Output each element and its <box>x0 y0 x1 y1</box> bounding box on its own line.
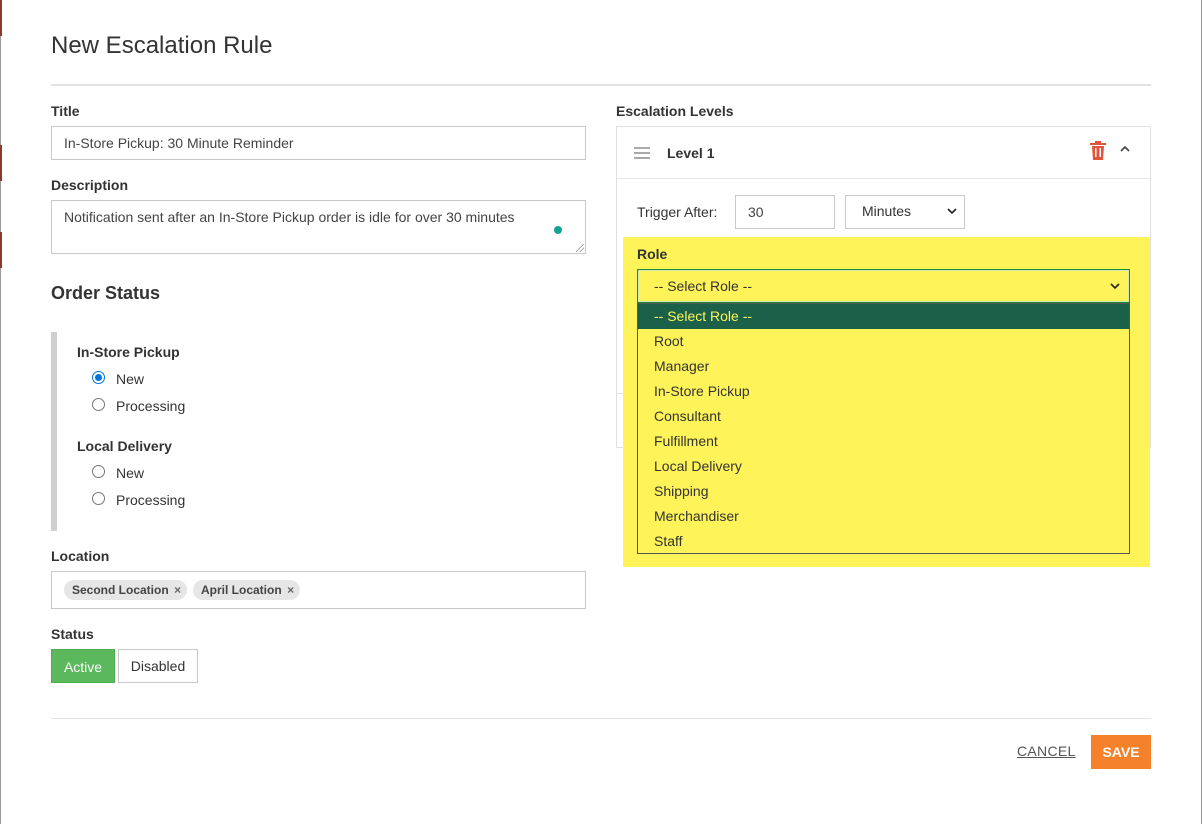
window-edge-left <box>0 0 1 824</box>
resize-handle-icon[interactable] <box>576 244 584 252</box>
location-tag: April Location × <box>193 580 300 600</box>
level-title: Level 1 <box>667 145 715 161</box>
role-option[interactable]: Merchandiser <box>638 504 1129 529</box>
chevron-down-icon <box>1110 283 1120 290</box>
description-label: Description <box>51 177 129 193</box>
radio-label: New <box>116 371 145 387</box>
chevron-down-icon <box>947 208 957 215</box>
radio-label: Processing <box>116 492 186 508</box>
status-label: Status <box>51 626 94 642</box>
tag-label: April Location <box>201 583 282 597</box>
role-option[interactable]: Local Delivery <box>638 454 1129 479</box>
description-text: Notification sent after an In-Store Pick… <box>64 209 515 225</box>
role-option[interactable]: In-Store Pickup <box>638 379 1129 404</box>
save-button[interactable]: SAVE <box>1091 735 1151 769</box>
order-status-accent-bar <box>51 332 57 531</box>
radio-in-store-pickup-processing[interactable] <box>92 398 105 411</box>
location-multiselect[interactable]: Second Location × April Location × <box>51 571 586 609</box>
radio-label: New <box>116 465 145 481</box>
role-option[interactable]: Manager <box>638 354 1129 379</box>
location-tag: Second Location × <box>64 580 187 600</box>
modal-title: New Escalation Rule <box>51 32 273 59</box>
trigger-unit-value: Minutes <box>862 203 912 219</box>
trigger-unit-select[interactable]: Minutes <box>845 195 965 229</box>
role-option[interactable]: Staff <box>638 529 1129 554</box>
title-label: Title <box>51 103 80 119</box>
role-select-value: -- Select Role -- <box>654 278 753 294</box>
header-divider <box>51 84 1151 86</box>
status-active-button[interactable]: Active <box>51 649 115 683</box>
chevron-up-icon[interactable] <box>1119 143 1131 155</box>
trash-icon[interactable] <box>1090 141 1106 160</box>
role-dropdown-list: -- Select Role -- Root Manager In-Store … <box>637 303 1130 554</box>
trigger-after-label: Trigger After: <box>637 204 718 220</box>
trigger-value-input[interactable]: 30 <box>735 195 835 229</box>
role-option[interactable]: Shipping <box>638 479 1129 504</box>
role-label: Role <box>637 246 668 262</box>
group-title-local-delivery: Local Delivery <box>77 438 172 454</box>
order-status-heading: Order Status <box>51 283 161 303</box>
level-header-divider <box>617 178 1150 179</box>
role-option[interactable]: -- Select Role -- <box>638 304 1129 329</box>
radio-label: Processing <box>116 398 186 414</box>
backdrop-mark <box>0 145 2 181</box>
role-option[interactable]: Fulfillment <box>638 429 1129 454</box>
role-select[interactable]: -- Select Role -- <box>637 269 1130 303</box>
status-disabled-button[interactable]: Disabled <box>118 649 198 683</box>
title-input[interactable]: In-Store Pickup: 30 Minute Reminder <box>51 126 586 160</box>
drag-handle-icon[interactable] <box>634 147 650 159</box>
footer-divider <box>51 718 1151 719</box>
radio-local-delivery-new[interactable] <box>92 465 105 478</box>
description-textarea[interactable]: Notification sent after an In-Store Pick… <box>51 200 586 254</box>
cancel-button[interactable]: CANCEL <box>1017 743 1076 759</box>
tag-label: Second Location <box>72 583 169 597</box>
grammar-indicator-icon[interactable] <box>554 226 562 234</box>
close-icon[interactable]: × <box>169 580 187 600</box>
role-option[interactable]: Root <box>638 329 1129 354</box>
escalation-levels-label: Escalation Levels <box>616 103 734 119</box>
backdrop-mark <box>0 232 2 268</box>
backdrop-mark <box>0 0 2 36</box>
radio-local-delivery-processing[interactable] <box>92 492 105 505</box>
role-option[interactable]: Consultant <box>638 404 1129 429</box>
close-icon[interactable]: × <box>282 580 300 600</box>
group-title-in-store-pickup: In-Store Pickup <box>77 344 180 360</box>
location-label: Location <box>51 548 110 564</box>
radio-in-store-pickup-new[interactable] <box>92 371 105 384</box>
